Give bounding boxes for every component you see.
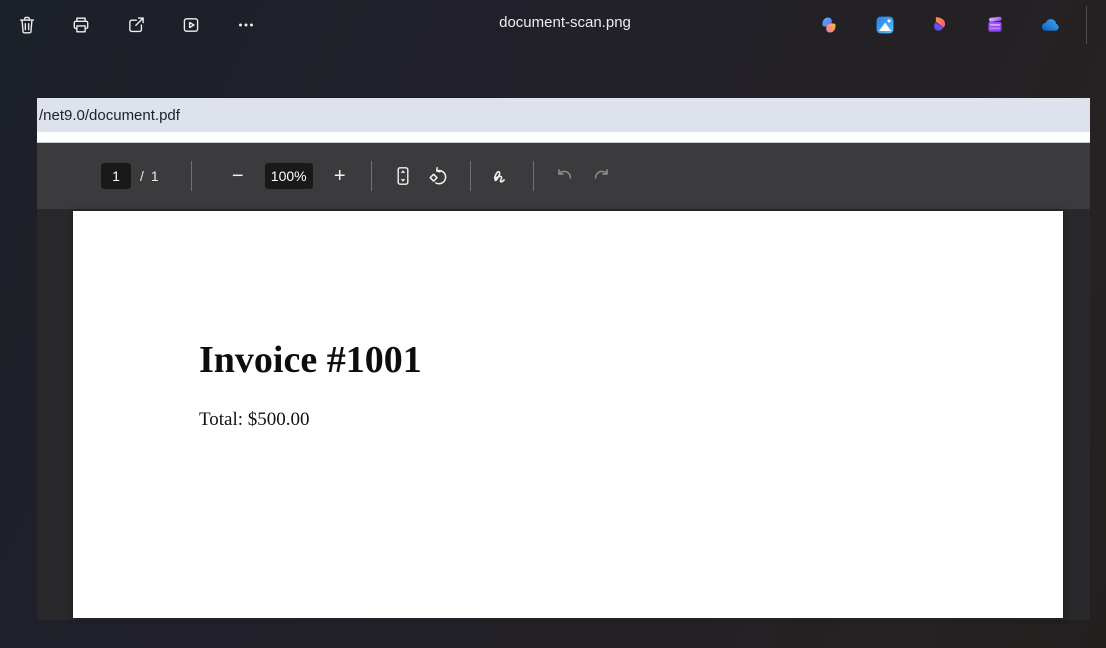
fit-to-page-icon xyxy=(391,164,415,188)
draw-icon xyxy=(490,164,514,188)
designer-icon xyxy=(929,14,951,36)
edit-image-button[interactable] xyxy=(867,7,903,43)
clipchamp-button[interactable] xyxy=(977,7,1013,43)
more-options-button[interactable] xyxy=(228,7,264,43)
page-number-input[interactable]: 1 xyxy=(101,163,131,189)
pdf-title-bar: /net9.0/document.pdf xyxy=(37,98,1090,132)
zoom-level-input[interactable]: 100% xyxy=(265,163,313,189)
invoice-total: Total: $500.00 xyxy=(199,409,310,432)
onedrive-icon xyxy=(1038,13,1062,37)
fit-to-page-button[interactable] xyxy=(385,158,421,194)
page-separator: / xyxy=(140,168,144,184)
edit-image-icon xyxy=(874,14,896,36)
redo-button[interactable] xyxy=(583,158,619,194)
plus-icon: + xyxy=(334,166,346,186)
pdf-toolbar: 1 / 1 − 100% + xyxy=(37,143,1090,209)
pdf-file-path: /net9.0/document.pdf xyxy=(39,107,180,124)
window-title: document-scan.png xyxy=(499,14,631,31)
redo-icon xyxy=(589,164,613,188)
invoice-heading: Invoice #1001 xyxy=(199,341,422,379)
draw-button[interactable] xyxy=(484,158,520,194)
designer-button[interactable] xyxy=(922,7,958,43)
minus-icon: − xyxy=(232,166,244,186)
rotate-button[interactable] xyxy=(421,158,457,194)
more-icon xyxy=(235,14,257,36)
onedrive-button[interactable] xyxy=(1032,7,1068,43)
pdf-page: Invoice #1001 Total: $500.00 xyxy=(73,211,1063,618)
toolbar-divider xyxy=(191,161,192,191)
page-total: 1 xyxy=(151,168,159,184)
toolbar-divider xyxy=(470,161,471,191)
zoom-in-button[interactable]: + xyxy=(322,158,358,194)
slideshow-icon xyxy=(180,14,202,36)
app-toolbar: document-scan.png xyxy=(0,0,1106,50)
delete-icon xyxy=(16,14,38,36)
print-icon xyxy=(70,14,92,36)
share-icon xyxy=(125,14,147,36)
undo-button[interactable] xyxy=(547,158,583,194)
toolbar-divider xyxy=(371,161,372,191)
pdf-content-area: Invoice #1001 Total: $500.00 xyxy=(37,209,1090,620)
toolbar-divider xyxy=(1086,6,1087,44)
clipchamp-icon xyxy=(984,14,1006,36)
copilot-button[interactable] xyxy=(811,7,847,43)
viewer-top-strip xyxy=(37,132,1090,143)
pdf-viewer-window: /net9.0/document.pdf 1 / 1 − 100% + xyxy=(37,98,1090,620)
slideshow-button[interactable] xyxy=(173,7,209,43)
copilot-icon xyxy=(818,14,840,36)
toolbar-divider xyxy=(533,161,534,191)
rotate-icon xyxy=(427,164,451,188)
print-button[interactable] xyxy=(63,7,99,43)
share-button[interactable] xyxy=(118,7,154,43)
delete-button[interactable] xyxy=(9,7,45,43)
zoom-out-button[interactable]: − xyxy=(220,158,256,194)
undo-icon xyxy=(553,164,577,188)
